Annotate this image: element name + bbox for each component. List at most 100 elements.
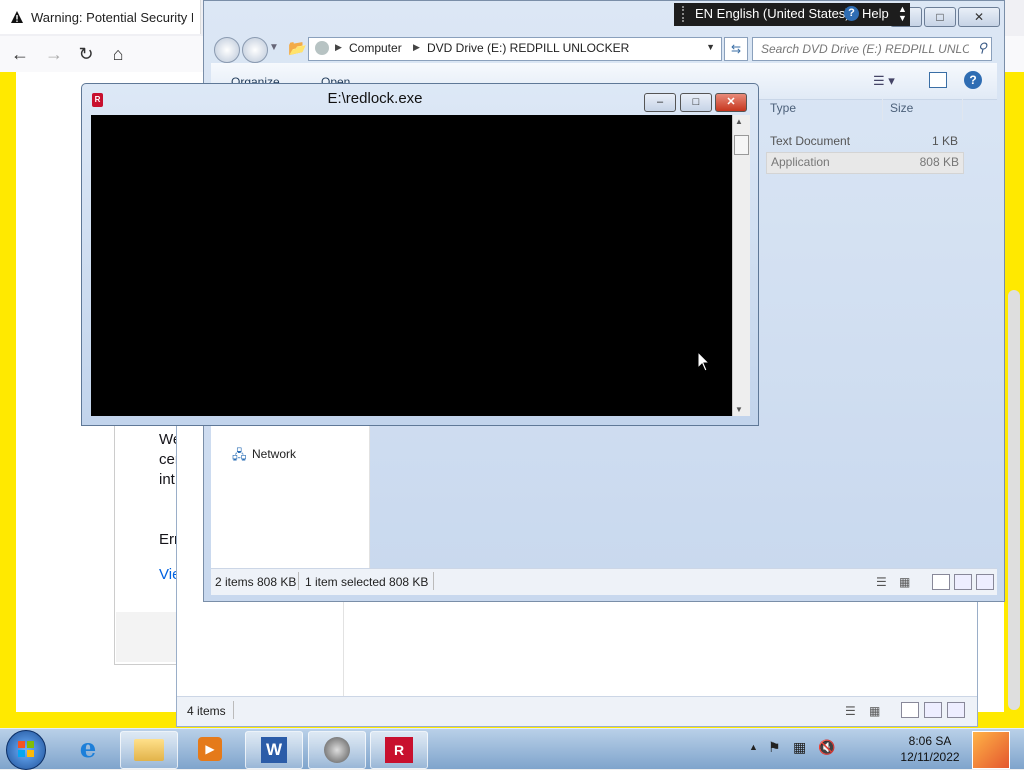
- console-minimize-button[interactable]: –: [644, 93, 676, 112]
- column-header-type[interactable]: Type: [770, 101, 796, 115]
- warning-border-left: [0, 72, 16, 728]
- explorer-taskbar[interactable]: [120, 731, 178, 769]
- forward-button[interactable]: [242, 37, 268, 63]
- scroll-up-icon[interactable]: ▲: [735, 117, 743, 126]
- volume-muted-icon[interactable]: 🔇: [818, 739, 835, 756]
- back-arrow-icon[interactable]: ←: [6, 40, 34, 68]
- language-bar[interactable]: EN English (United States) ? Help ▲ ▼: [674, 3, 910, 26]
- column-divider: [962, 99, 963, 121]
- status-divider: [298, 572, 299, 590]
- console-window: R E:\redlock.exe – □ ✕ ▲ ▼: [81, 83, 759, 426]
- column-divider: [882, 99, 883, 121]
- recent-pages-chevron-icon[interactable]: ▼: [269, 42, 279, 53]
- search-icon: ⚲: [977, 40, 987, 55]
- file-row[interactable]: Text Document 1 KB: [766, 131, 962, 151]
- details-view-icon[interactable]: ☰: [876, 575, 887, 589]
- scroll-thumb[interactable]: [734, 135, 749, 155]
- word-taskbar[interactable]: W: [245, 731, 303, 769]
- thumbnail-view-icon[interactable]: ▦: [899, 575, 910, 589]
- status-items-count: 4 items: [187, 704, 226, 718]
- reload-icon[interactable]: ↻: [72, 40, 100, 68]
- windows-logo-icon: [18, 750, 25, 757]
- file-type: Application: [771, 155, 830, 169]
- redlock-taskbar[interactable]: R: [370, 731, 428, 769]
- tab-title: Warning: Potential Security Risk Ahead: [31, 10, 193, 25]
- preview-pane-button[interactable]: [929, 72, 947, 88]
- file-size: 808 KB: [919, 155, 959, 169]
- details-pane-icon[interactable]: [947, 702, 965, 718]
- warning-icon: [11, 11, 23, 23]
- console-maximize-button[interactable]: □: [680, 93, 712, 112]
- redlock-icon: R: [385, 737, 413, 763]
- action-center-flag-icon[interactable]: ⚑: [768, 739, 781, 756]
- network-status-icon[interactable]: ▦: [793, 739, 806, 756]
- langbar-options-icon[interactable]: ▲ ▼: [898, 5, 907, 23]
- preview-pane-icon[interactable]: [924, 702, 942, 718]
- home-icon[interactable]: ⌂: [104, 40, 132, 68]
- clock-time: 8:06 SA: [908, 734, 952, 748]
- user-avatar[interactable]: [972, 731, 1010, 769]
- forward-arrow-icon[interactable]: →: [40, 40, 68, 68]
- play-icon: ▶: [198, 737, 222, 761]
- pane-layout-icon[interactable]: [901, 702, 919, 718]
- file-size: 1 KB: [931, 134, 958, 148]
- breadcrumb-arrow-icon: ▶: [335, 42, 342, 52]
- explorer-statusbar: 2 items 808 KB 1 item selected 808 KB ☰ …: [211, 568, 997, 595]
- change-view-icon[interactable]: ☰ ▾: [873, 73, 895, 89]
- search-input[interactable]: Search DVD Drive (E:) REDPILL UNLO... ⚲: [752, 37, 992, 61]
- folder-up-icon[interactable]: 📂: [288, 39, 307, 57]
- back-button[interactable]: [214, 37, 240, 63]
- details-view-icon[interactable]: ☰: [845, 704, 856, 718]
- langbar-grip-icon[interactable]: [682, 6, 692, 22]
- search-placeholder: Search DVD Drive (E:) REDPILL UNLO...: [761, 42, 969, 56]
- details-pane-icon[interactable]: [976, 574, 994, 590]
- address-bar[interactable]: ▶ Computer ▶ DVD Drive (E:) REDPILL UNLO…: [308, 37, 722, 61]
- network-icon: 🖧: [232, 447, 247, 462]
- thumbnail-view-icon[interactable]: ▦: [869, 704, 880, 718]
- console-scrollbar[interactable]: ▲ ▼: [732, 115, 750, 416]
- help-icon[interactable]: ?: [964, 71, 982, 89]
- maximize-button[interactable]: □: [924, 7, 956, 27]
- mouse-cursor-icon: [698, 352, 710, 372]
- nav-network[interactable]: Network: [252, 447, 296, 461]
- folder-icon: [134, 739, 164, 761]
- windows-logo-icon: [27, 741, 34, 748]
- address-dropdown-icon[interactable]: ▼: [706, 42, 715, 52]
- status-selected: 1 item selected 808 KB: [305, 575, 429, 589]
- firefox-tab-warning[interactable]: Warning: Potential Security Risk Ahead: [0, 0, 201, 34]
- show-hidden-icons-chevron-icon[interactable]: ▲: [749, 742, 758, 752]
- firefox-scrollbar[interactable]: [1008, 290, 1020, 710]
- raccoon-app-taskbar[interactable]: [308, 731, 366, 769]
- start-button[interactable]: [6, 730, 46, 770]
- taskbar-clock[interactable]: 8:06 SA 12/11/2022: [890, 733, 970, 765]
- drive-icon: [315, 41, 329, 55]
- langbar-help[interactable]: Help: [862, 6, 889, 21]
- internet-explorer-taskbar[interactable]: e: [60, 731, 116, 767]
- pane-layout-icon[interactable]: [932, 574, 950, 590]
- console-close-button[interactable]: ✕: [715, 93, 747, 112]
- close-button[interactable]: ✕: [958, 7, 1000, 27]
- status-divider: [433, 572, 434, 590]
- refresh-icon[interactable]: ⇆: [724, 37, 748, 61]
- word-icon: W: [261, 737, 287, 763]
- breadcrumb-computer[interactable]: Computer: [349, 41, 402, 55]
- clock-date: 12/11/2022: [900, 750, 960, 764]
- status-divider: [233, 701, 234, 719]
- taskbar: e ▶ W R ▲ ⚑ ▦ 🔇: [0, 728, 1024, 770]
- internet-explorer-icon: e: [79, 734, 97, 764]
- status-items: 2 items 808 KB: [215, 575, 297, 589]
- explorer-back-statusbar: 4 items ☰ ▦: [177, 696, 977, 726]
- input-language[interactable]: EN English (United States): [695, 6, 850, 21]
- column-header-size[interactable]: Size: [890, 101, 913, 115]
- scroll-down-icon[interactable]: ▼: [735, 405, 743, 414]
- console-title: E:\redlock.exe: [327, 90, 423, 107]
- preview-pane-icon[interactable]: [954, 574, 972, 590]
- breadcrumb-arrow-icon: ▶: [413, 42, 420, 52]
- breadcrumb-dvd-drive[interactable]: DVD Drive (E:) REDPILL UNLOCKER: [427, 41, 629, 55]
- file-type: Text Document: [770, 134, 851, 148]
- file-row-selected[interactable]: Application 808 KB: [766, 152, 964, 174]
- console-output[interactable]: [91, 115, 732, 416]
- windows-logo-icon: [18, 741, 25, 748]
- media-player-taskbar[interactable]: ▶: [182, 731, 238, 767]
- windows-logo-icon: [27, 750, 34, 757]
